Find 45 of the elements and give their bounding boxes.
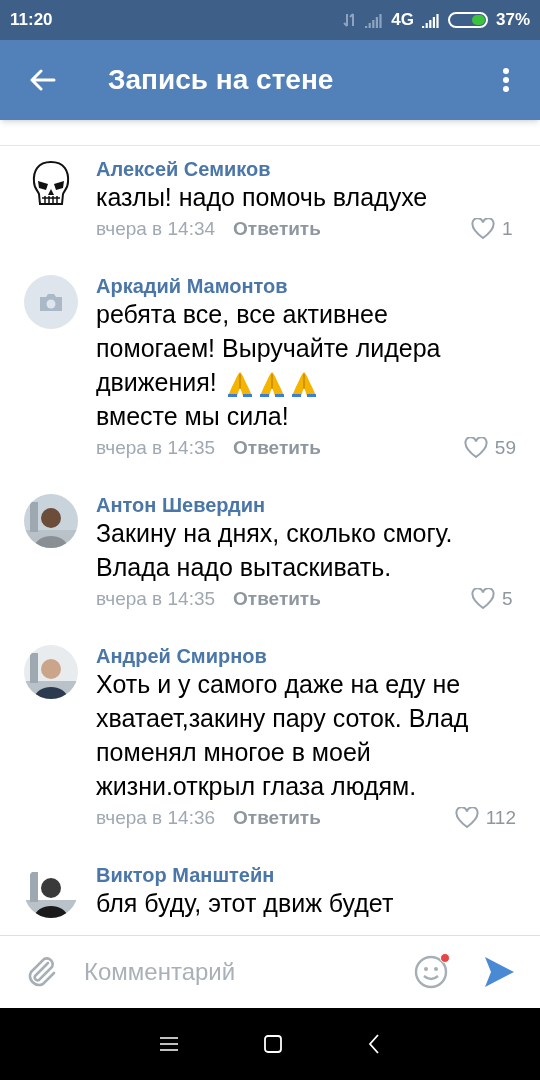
comment-text: бля буду, этот движ будет [96,888,395,920]
signal-icon [365,12,384,28]
emoji-button[interactable] [414,955,448,989]
author-name[interactable]: Виктор Манштейн [96,864,516,887]
heart-icon[interactable] [454,807,479,830]
reply-link[interactable]: Ответить [233,218,321,240]
screen-title: Запись на стене [108,63,334,97]
send-icon[interactable] [484,956,514,988]
comment-text: Хоть и у самого даже на еду не хватает,закину пару соток. Влад поменял многое в моей жизни.открыл глаза людям. [96,669,470,803]
author-name[interactable]: Алексей Семиков [96,158,516,180]
back-arrow-icon[interactable] [30,69,56,91]
menu-icon[interactable] [160,1036,178,1052]
author-name[interactable]: Аркадий Мамонтов [96,275,516,297]
comment-text: вместе мы сила! [96,401,290,433]
comment-input[interactable]: Комментарий [84,954,414,990]
battery-percent: 37% [495,9,530,32]
heart-icon[interactable] [471,588,495,611]
comment-time: вчера в 14:34 [96,218,216,240]
like-count: 5 [502,588,514,611]
reply-link[interactable]: Ответить [233,807,321,830]
comment-time: вчера в 14:35 [96,437,216,460]
author-name[interactable]: Андрей Смирнов [96,645,516,668]
like-count: 59 [494,437,516,460]
author-name[interactable]: Антон Шевердин [96,494,516,517]
camera-icon [38,292,64,312]
paperclip-icon[interactable] [26,955,58,989]
like-count: 112 [485,807,516,830]
comment-text: ребята все, все активнее помогаем! Выручайте лидера движения! [96,297,478,400]
like-count: 1 [502,218,514,240]
status-time: 11:20 [10,9,53,32]
network-type: 4G [391,9,414,32]
smiley-icon [414,955,448,989]
heart-icon[interactable] [471,218,495,240]
more-menu-icon[interactable] [502,67,510,93]
reply-link[interactable]: Ответить [233,437,321,460]
comment-time: вчера в 14:36 [96,807,216,830]
back-icon[interactable] [368,1034,380,1054]
battery-icon [447,12,488,28]
comment-text: казлы! надо помочь владухе [96,182,429,213]
heart-icon[interactable] [463,437,488,460]
comment-time: вчера в 14:35 [96,588,216,611]
signal-icon [421,12,440,28]
reply-link[interactable]: Ответить [233,588,321,611]
comment-text: Закину на днях, сколько смогу. Влада надо вытаскивать. [96,518,454,584]
home-square-icon[interactable] [264,1035,282,1053]
